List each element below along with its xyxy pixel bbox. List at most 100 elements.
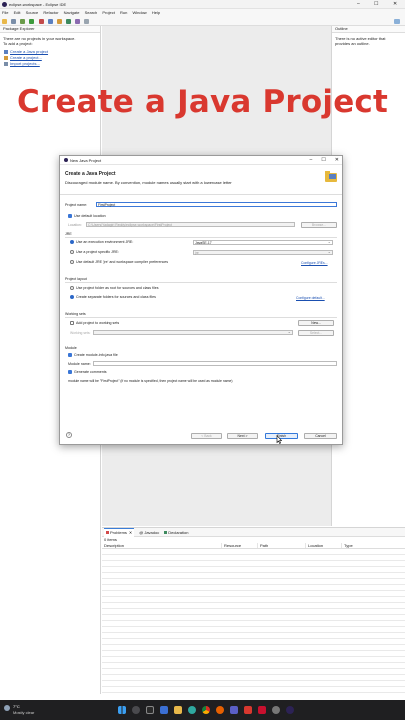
new-working-set-button[interactable]: New... [298, 320, 334, 326]
save-icon[interactable] [11, 19, 17, 24]
execution-env-select[interactable]: JavaSE-17 [193, 240, 333, 245]
firefox-icon[interactable] [216, 706, 224, 714]
edge-icon[interactable] [188, 706, 196, 714]
select-working-sets-button[interactable]: Select... [298, 330, 334, 336]
menu-navigate[interactable]: Navigate [64, 10, 80, 15]
create-module-info-checkbox[interactable] [68, 353, 72, 357]
close-icon[interactable]: ✕ [393, 1, 397, 7]
file-explorer-icon[interactable] [174, 706, 182, 714]
widgets-icon[interactable] [160, 706, 168, 714]
browse-button[interactable]: Browse... [301, 222, 337, 228]
weather-icon [4, 705, 10, 711]
use-default-location-checkbox[interactable] [68, 214, 72, 218]
execution-env-radio[interactable] [70, 240, 74, 244]
minimize-icon[interactable]: – [357, 1, 360, 7]
new-java-project-dialog: New Java Project – ☐ ✕ Create a Java Pro… [59, 155, 343, 445]
chrome-icon[interactable] [202, 706, 210, 714]
settings-icon[interactable] [272, 706, 280, 714]
layout-option-single-root[interactable]: Use project folder as root for sources a… [70, 286, 159, 290]
project-specific-jre-select[interactable]: jre [193, 250, 333, 255]
menu-window[interactable]: Window [132, 10, 146, 15]
project-specific-jre-radio[interactable] [70, 250, 74, 254]
column-type[interactable]: Type [342, 543, 405, 548]
column-path[interactable]: Path [258, 543, 306, 548]
column-location[interactable]: Location [306, 543, 342, 548]
new-icon[interactable] [2, 19, 7, 24]
dialog-title-bar: New Java Project – ☐ ✕ [60, 156, 342, 165]
configure-jres-link[interactable]: Configure JREs... [301, 261, 328, 265]
working-sets-select[interactable] [93, 330, 293, 335]
temperature-text: 7°C [13, 704, 20, 709]
tab-declaration[interactable]: Declaration [164, 530, 188, 535]
debug-icon[interactable] [20, 19, 26, 24]
dialog-close-icon[interactable]: ✕ [335, 157, 339, 163]
column-description[interactable]: Description [102, 543, 222, 548]
add-to-working-sets-checkbox[interactable] [70, 321, 74, 325]
search-icon[interactable] [84, 19, 90, 24]
dialog-minimize-icon[interactable]: – [310, 157, 313, 163]
new-package-icon[interactable] [56, 19, 62, 24]
java-project-icon [4, 50, 8, 54]
jre-group [65, 237, 337, 238]
jre-option-project-specific[interactable]: Use a project specific JRE: [70, 250, 119, 254]
media-player-icon[interactable] [258, 706, 266, 714]
package-explorer-tab[interactable]: Package Explorer [0, 26, 100, 33]
perspective-icon[interactable] [394, 19, 400, 24]
dialog-title: New Java Project [70, 157, 102, 163]
menu-source[interactable]: Source [26, 10, 39, 15]
taskbar-search-icon[interactable] [132, 706, 140, 714]
weather-text: Mostly clear [13, 710, 35, 715]
maximize-icon[interactable]: ☐ [374, 1, 378, 7]
use-default-location-row[interactable]: Use default location [68, 214, 106, 218]
menu-edit[interactable]: Edit [14, 10, 21, 15]
menu-refactor[interactable]: Refactor [43, 10, 58, 15]
app-red-icon[interactable] [244, 706, 252, 714]
single-root-radio[interactable] [70, 286, 74, 290]
add-to-working-sets-row[interactable]: Add project to working sets [70, 321, 119, 325]
generate-comments-row[interactable]: Generate comments [68, 370, 107, 374]
dialog-maximize-icon[interactable]: ☐ [321, 157, 325, 163]
module-group-label: Module [65, 346, 77, 350]
next-button[interactable]: Next > [227, 433, 258, 439]
separate-folders-radio[interactable] [70, 295, 74, 299]
default-jre-radio[interactable] [70, 260, 74, 264]
menu-help[interactable]: Help [152, 10, 160, 15]
open-type-icon[interactable] [75, 19, 80, 24]
module-name-input[interactable] [93, 361, 337, 366]
project-layout-group [65, 282, 337, 283]
new-class-icon[interactable] [65, 19, 71, 24]
column-resource[interactable]: Resource [222, 543, 258, 548]
problems-view: Problems ✕ @ Javadoc Declaration 0 items … [102, 527, 405, 695]
project-name-input[interactable]: FirstProject [96, 202, 337, 207]
windows-start-icon[interactable] [118, 706, 126, 714]
menu-search[interactable]: Search [85, 10, 98, 15]
task-view-icon[interactable] [146, 706, 154, 714]
outline-tab[interactable]: Outline [332, 26, 405, 33]
menu-project[interactable]: Project [102, 10, 114, 15]
menu-run[interactable]: Run [120, 10, 127, 15]
help-icon[interactable]: ? [66, 432, 72, 438]
cancel-button[interactable]: Cancel [304, 433, 337, 439]
declaration-icon [164, 530, 168, 534]
tab-problems[interactable]: Problems ✕ [104, 527, 135, 537]
dialog-header: Create a Java Project Discouraged module… [60, 165, 342, 195]
run-icon[interactable] [29, 19, 35, 24]
generate-comments-checkbox[interactable] [68, 370, 72, 374]
import-projects-link[interactable]: Import projects... [0, 61, 100, 67]
project-name-label: Project name: [65, 203, 88, 207]
layout-option-separate-folders[interactable]: Create separate folders for sources and … [70, 295, 156, 299]
main-toolbar [0, 17, 405, 26]
external-tools-icon[interactable] [38, 19, 44, 24]
teams-icon[interactable] [230, 706, 238, 714]
menu-file[interactable]: File [2, 10, 8, 15]
eclipse-taskbar-icon[interactable] [286, 706, 294, 714]
module-note: module name will be "FirstProject" (if n… [68, 379, 233, 383]
tab-javadoc[interactable]: @ Javadoc [139, 530, 159, 535]
jre-option-execution-env[interactable]: Use an execution environment JRE: [70, 240, 133, 244]
location-input[interactable]: C:\Users\Yadagiri Reddy\eclipse-workspac… [86, 222, 295, 227]
jre-option-default[interactable]: Use default JRE 'jre' and workspace comp… [70, 260, 168, 264]
create-module-info-row[interactable]: Create module-info.java file [68, 353, 118, 357]
configure-default-link[interactable]: Configure default... [296, 296, 325, 300]
new-java-project-icon[interactable] [47, 19, 53, 24]
back-button[interactable]: < Back [191, 433, 222, 439]
